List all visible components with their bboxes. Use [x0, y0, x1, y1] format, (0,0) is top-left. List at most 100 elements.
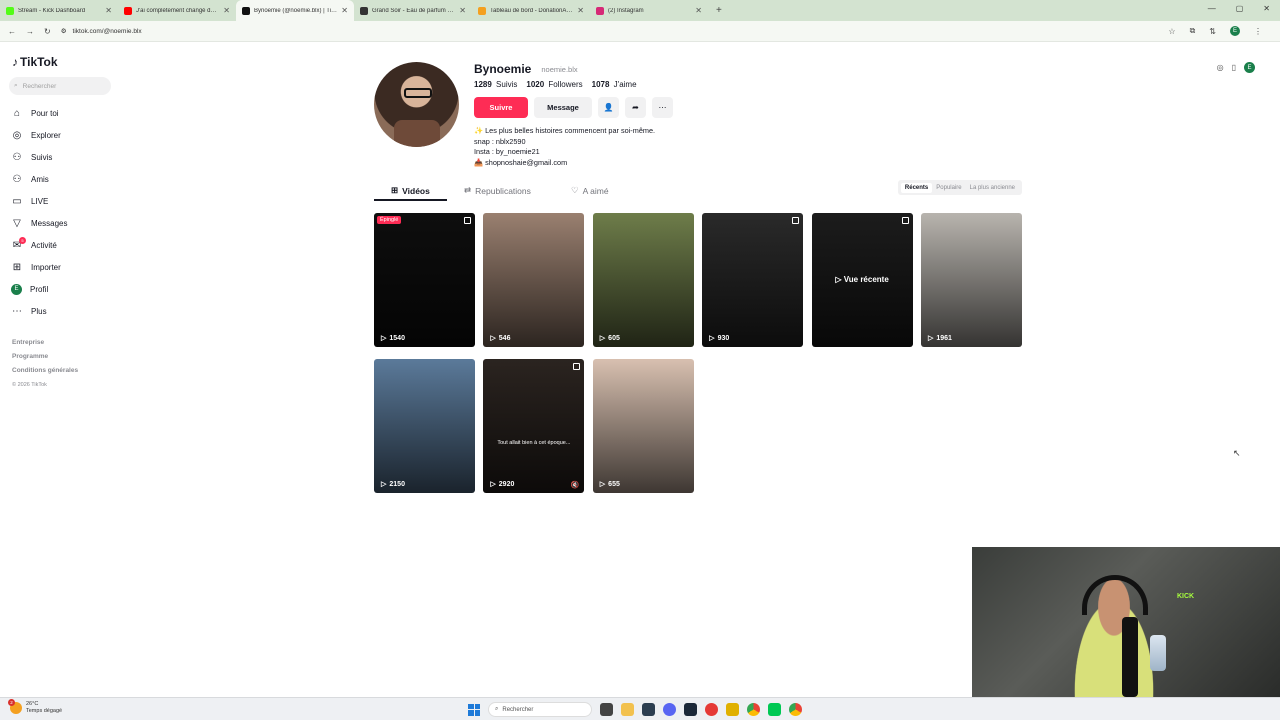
sort-popular[interactable]: Populaire — [932, 183, 965, 193]
browser-tab[interactable]: Grand Soir - Eau de parfum - ... ✕ — [354, 0, 472, 21]
add-friend-icon[interactable]: 👤 — [598, 97, 619, 118]
device-icon[interactable]: ▯ — [1232, 63, 1236, 72]
forward-icon[interactable]: → — [26, 27, 34, 36]
profile-name-row: Bynoemie noemie.blx — [474, 62, 578, 76]
chrome-profile-icon[interactable] — [789, 703, 802, 716]
video-thumbnail[interactable]: ▷ 1961 — [920, 213, 1022, 347]
tab-reposts[interactable]: ⇄ Republications — [464, 180, 531, 201]
close-tab-icon[interactable]: ✕ — [223, 6, 230, 15]
video-thumbnail[interactable]: ▷ 546 — [483, 213, 585, 347]
tab-favicon-icon — [596, 6, 604, 15]
steam-icon[interactable] — [684, 703, 697, 716]
compass-icon[interactable]: ◎ — [1217, 63, 1224, 72]
following-stat[interactable]: 1289 Suivis — [474, 80, 517, 89]
tab-favicon-icon — [6, 6, 14, 15]
tiktok-logo[interactable]: ♪ TikTok — [12, 55, 58, 69]
taskbar-search[interactable]: ⌕ Rechercher — [488, 702, 592, 717]
tab-liked[interactable]: ♡ A aimé — [571, 180, 609, 201]
new-tab-icon[interactable]: + — [708, 5, 730, 16]
sidebar-item-explorer[interactable]: ◎ Explorer — [11, 124, 67, 146]
tab-videos[interactable]: ⊞ Vidéos — [391, 180, 430, 201]
footer-link-entreprise[interactable]: Entreprise — [12, 336, 78, 350]
taskview-icon[interactable] — [600, 703, 613, 716]
close-tab-icon[interactable]: ✕ — [695, 6, 702, 15]
close-tab-icon[interactable]: ✕ — [577, 6, 584, 15]
top-right-tools: ◎ ▯ E — [1217, 62, 1255, 73]
tab-title: (2) Instagram — [608, 7, 644, 14]
view-count: ▷ 605 — [600, 334, 620, 343]
video-thumbnail[interactable]: ▷ 655 — [592, 359, 694, 493]
play-icon: ▷ — [381, 335, 387, 342]
share-icon[interactable]: ➦ — [625, 97, 646, 118]
follow-button[interactable]: Suivre — [474, 97, 528, 118]
sidebar-item-profil[interactable]: E Profil — [11, 278, 67, 300]
sidebar-item-activité[interactable]: ✉ Activité 5 — [11, 234, 67, 256]
bookmark-star-icon[interactable]: ☆ — [1168, 27, 1175, 36]
file-explorer-icon[interactable] — [621, 703, 634, 716]
maximize-icon[interactable]: ▢ — [1236, 4, 1244, 13]
sidebar-item-label: LIVE — [31, 196, 49, 206]
footer-link-programme[interactable]: Programme — [12, 350, 78, 364]
url-field[interactable]: ⚙ tiktok.com/@noemie.blx — [61, 27, 142, 36]
mute-icon[interactable]: 🔇 — [571, 481, 580, 489]
followers-stat[interactable]: 1020 Followers — [526, 80, 582, 89]
sidebar-item-pour-toi[interactable]: ⌂ Pour toi — [11, 102, 67, 124]
sort-recent[interactable]: Récents — [900, 182, 933, 193]
account-avatar[interactable]: E — [1230, 26, 1240, 36]
video-thumbnail[interactable]: ▷ Vue récente — [811, 213, 913, 347]
app-yellow-icon[interactable] — [726, 703, 739, 716]
terminal-icon[interactable] — [642, 703, 655, 716]
search-input[interactable]: ⌕ Rechercher — [9, 77, 111, 95]
footer-link-conditions[interactable]: Conditions générales — [12, 364, 78, 378]
sidebar-item-amis[interactable]: ⚇ Amis — [11, 168, 67, 190]
video-thumbnail[interactable]: Épinglé ▷ 1540 — [374, 213, 475, 347]
play-icon: ▷ — [709, 335, 715, 342]
bio-line: snap : nblx2590 — [474, 136, 526, 146]
browser-tab[interactable]: Stream - Kick Dashboard ✕ — [0, 0, 118, 21]
discord-icon[interactable] — [663, 703, 676, 716]
chrome-icon[interactable] — [747, 703, 760, 716]
reload-icon[interactable]: ↻ — [44, 27, 51, 36]
minimize-icon[interactable]: — — [1208, 4, 1216, 13]
sidebar-item-live[interactable]: ▭ LIVE — [11, 190, 67, 212]
browser-menu-icon[interactable]: ⋮ — [1254, 27, 1262, 36]
user-avatar[interactable]: E — [1244, 62, 1255, 73]
browser-tab[interactable]: Tableau de bord - DonationAle... ✕ — [472, 0, 590, 21]
windows-start-icon[interactable] — [468, 703, 480, 716]
video-thumbnail[interactable]: ▷ 605 — [592, 213, 694, 347]
more-icon: ⋯ — [12, 305, 22, 317]
video-thumbnail[interactable]: ▷ 2150 — [374, 359, 475, 493]
tab-search-icon[interactable]: ⇅ — [1209, 27, 1216, 36]
view-count-value: 605 — [608, 334, 620, 342]
app-green-icon[interactable] — [768, 703, 781, 716]
weather-widget[interactable]: 2 26°C Temps dégagé — [8, 699, 63, 715]
browser-tab[interactable]: J'ai complètement changé de ... ✕ — [118, 0, 236, 21]
browser-tab[interactable]: Bynoemie (@noemie.blx) | TikTok ✕ — [236, 0, 354, 21]
video-thumbnail[interactable]: ▷ 930 — [702, 213, 804, 347]
more-options-icon[interactable]: ⋯ — [652, 97, 673, 118]
weather-text: Temps dégagé — [26, 708, 63, 714]
sidebar-item-label: Amis — [31, 174, 49, 184]
profile-avatar — [374, 62, 459, 147]
browser-tab[interactable]: (2) Instagram ✕ — [590, 0, 708, 21]
close-tab-icon[interactable]: ✕ — [459, 6, 466, 15]
sort-oldest[interactable]: La plus ancienne — [966, 183, 1019, 193]
play-icon: ▷ — [927, 335, 934, 342]
message-button[interactable]: Message — [534, 97, 592, 118]
profile-username: noemie.blx — [541, 64, 578, 74]
site-info-icon[interactable]: ⚙ — [61, 27, 67, 35]
close-window-icon[interactable]: ✕ — [1263, 4, 1270, 13]
sidebar-item-suivis[interactable]: ⚇ Suivis — [11, 146, 67, 168]
sidebar-item-plus[interactable]: ⋯ Plus — [11, 300, 67, 322]
app-red-icon[interactable] — [705, 703, 718, 716]
sidebar-item-messages[interactable]: ▽ Messages — [11, 212, 67, 234]
weather-icon: 2 — [8, 699, 22, 714]
video-thumbnail[interactable]: Tout allait bien à cet époque... ▷ 2920 🔇 — [483, 359, 585, 493]
search-placeholder: Rechercher — [22, 82, 57, 90]
sidebar-item-importer[interactable]: ⊞ Importer — [11, 256, 67, 278]
extensions-icon[interactable]: ⧉ — [1190, 26, 1196, 36]
tab-favicon-icon — [124, 6, 132, 15]
close-tab-icon[interactable]: ✕ — [105, 6, 112, 15]
back-icon[interactable]: ← — [8, 27, 16, 36]
close-tab-icon[interactable]: ✕ — [341, 6, 348, 15]
